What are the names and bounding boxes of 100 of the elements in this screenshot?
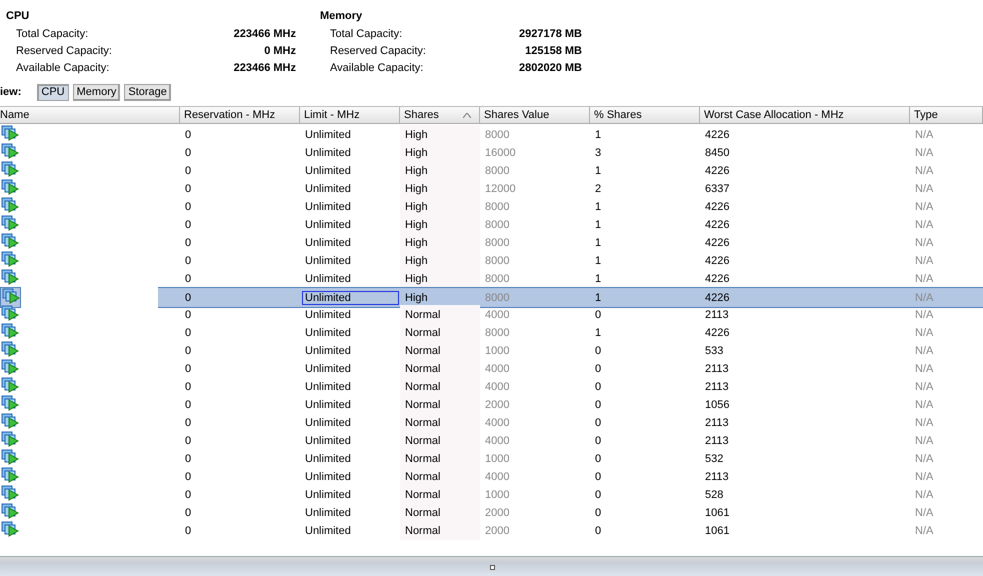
table-row[interactable]: 0 Unlimited High 8000 1 4226 N/A xyxy=(0,215,983,233)
view-toggle-button[interactable]: CPU xyxy=(37,84,69,100)
table-cell-text: N/A xyxy=(914,272,934,286)
table-row[interactable]: 0 Unlimited High 8000 1 4226 N/A xyxy=(0,287,983,305)
virtual-machine-icon xyxy=(1,179,19,195)
table-cell-text: 4000 xyxy=(484,434,510,448)
table-cell-text: N/A xyxy=(914,164,934,178)
table-cell-text: 0 xyxy=(594,380,602,394)
grip-icon[interactable] xyxy=(490,565,495,570)
table-cell-text: 2000 xyxy=(484,398,510,412)
table-cell-text: 1056 xyxy=(704,398,730,412)
table-row[interactable]: 0 Unlimited Normal 1000 0 532 N/A xyxy=(0,449,983,467)
table-row[interactable]: 0 Unlimited Normal 2000 0 1061 N/A xyxy=(0,503,983,521)
table-cell-text: N/A xyxy=(914,506,934,520)
column-header[interactable]: Type xyxy=(910,107,983,123)
table-cell-text: 6337 xyxy=(704,182,730,196)
section-title: CPU xyxy=(6,10,30,22)
column-header[interactable]: Worst Case Allocation - MHz xyxy=(700,107,910,123)
table-cell-text: N/A xyxy=(914,398,934,412)
table-cell: N/A xyxy=(910,287,983,308)
table-cell-text: N/A xyxy=(914,200,934,214)
table-cell-text: 8000 xyxy=(484,200,510,214)
table-cell-text: 0 xyxy=(184,452,192,466)
capacity-label: Reserved Capacity: xyxy=(330,44,426,56)
table-cell: Normal xyxy=(400,521,480,540)
table-cell-text: Unlimited xyxy=(304,362,352,376)
table-row[interactable]: 0 Unlimited High 12000 2 6337 N/A xyxy=(0,179,983,197)
table-cell: Normal xyxy=(400,467,480,486)
table-cell: Normal xyxy=(400,485,480,504)
table-row[interactable]: 0 Unlimited Normal 4000 0 2113 N/A xyxy=(0,413,983,431)
table-cell-text: 1 xyxy=(594,200,602,214)
table-cell-text: 0 xyxy=(184,506,192,520)
table-cell-text: 1000 xyxy=(484,344,510,358)
table-cell: Normal xyxy=(400,305,480,324)
table-row[interactable]: 0 Unlimited Normal 4000 0 2113 N/A xyxy=(0,359,983,377)
table-row[interactable]: 0 Unlimited Normal 1000 0 533 N/A xyxy=(0,341,983,359)
table-row[interactable]: 0 Unlimited Normal 1000 0 528 N/A xyxy=(0,485,983,503)
table-row[interactable]: 0 Unlimited Normal 4000 0 2113 N/A xyxy=(0,431,983,449)
virtual-machine-icon xyxy=(1,215,19,231)
capacity-value: 125158 MB xyxy=(525,44,582,56)
table-cell-text: Unlimited xyxy=(304,218,352,232)
table-cell-text: 2113 xyxy=(704,380,730,394)
column-header[interactable]: Shares xyxy=(400,107,480,123)
table-cell: Normal xyxy=(400,377,480,396)
view-label: iew: xyxy=(0,86,22,98)
column-header[interactable]: Name xyxy=(0,107,180,123)
table-row[interactable]: 0 Unlimited Normal 4000 0 2113 N/A xyxy=(0,467,983,485)
table-cell-text: 2113 xyxy=(704,470,730,484)
table-cell-text: 2000 xyxy=(484,524,510,538)
table-cell-text: 532 xyxy=(704,452,724,466)
column-header[interactable]: Reservation - MHz xyxy=(180,107,300,123)
table-cell-text: Unlimited xyxy=(304,146,352,160)
table-cell: Normal xyxy=(400,395,480,414)
table-cell-text: 4226 xyxy=(704,128,730,142)
table-cell-text: 0 xyxy=(594,470,602,484)
table-cell: High xyxy=(400,251,480,270)
table-cell: High xyxy=(400,269,480,288)
table-cell-text: 4226 xyxy=(704,272,730,286)
table-row[interactable]: 0 Unlimited High 8000 1 4226 N/A xyxy=(0,233,983,251)
virtual-machine-icon xyxy=(1,431,19,447)
table-cell-text: Unlimited xyxy=(304,164,352,178)
table-cell-text: 8000 xyxy=(484,254,510,268)
table-row[interactable]: 0 Unlimited Normal 2000 0 1056 N/A xyxy=(0,395,983,413)
table-cell-text: N/A xyxy=(914,524,934,538)
table-cell-text: 0 xyxy=(184,236,192,250)
table-cell-text: 1 xyxy=(594,218,602,232)
table-cell: High xyxy=(400,125,480,144)
table-cell-text: 1 xyxy=(594,164,602,178)
table-cell-text: N/A xyxy=(914,434,934,448)
capacity-label: Available Capacity: xyxy=(330,62,424,74)
view-toggle-button[interactable]: Storage xyxy=(124,84,171,100)
column-header[interactable]: Limit - MHz xyxy=(300,107,400,123)
table-cell-text: 0 xyxy=(184,254,192,268)
table-row[interactable]: 0 Unlimited Normal 4000 0 2113 N/A xyxy=(0,377,983,395)
table-cell-text: 2113 xyxy=(704,308,730,322)
table-cell-text: Unlimited xyxy=(304,344,352,358)
table-cell: 4226 xyxy=(700,287,910,308)
table-cell-text: Unlimited xyxy=(304,326,352,340)
capacity-value: 223466 MHz xyxy=(234,62,296,74)
table-row[interactable]: 0 Unlimited High 8000 1 4226 N/A xyxy=(0,161,983,179)
table-row[interactable]: 0 Unlimited High 8000 1 4226 N/A xyxy=(0,251,983,269)
table-row[interactable]: 0 Unlimited High 8000 1 4226 N/A xyxy=(0,125,983,143)
table-cell-text: 0 xyxy=(184,344,192,358)
table-row[interactable]: 0 Unlimited Normal 4000 0 2113 N/A xyxy=(0,305,983,323)
table-row[interactable]: 0 Unlimited High 16000 3 8450 N/A xyxy=(0,143,983,161)
table-cell-text: Unlimited xyxy=(304,452,352,466)
virtual-machine-icon xyxy=(1,323,19,339)
table-row[interactable]: 0 Unlimited High 8000 1 4226 N/A xyxy=(0,197,983,215)
table-cell-text: 0 xyxy=(594,398,602,412)
table-cell-text: 0 xyxy=(184,200,192,214)
table-row[interactable]: 0 Unlimited Normal 2000 0 1061 N/A xyxy=(0,521,983,539)
table-cell-text: 0 xyxy=(184,362,192,376)
table-cell-text: Unlimited xyxy=(304,254,352,268)
view-toggle-button[interactable]: Memory xyxy=(72,84,120,100)
table-cell-text: 1 xyxy=(594,272,602,286)
column-header[interactable]: % Shares xyxy=(590,107,700,123)
capacity-label: Total Capacity: xyxy=(330,28,402,40)
table-row[interactable]: 0 Unlimited Normal 8000 1 4226 N/A xyxy=(0,323,983,341)
column-header[interactable]: Shares Value xyxy=(480,107,590,123)
table-cell: Normal xyxy=(400,341,480,360)
